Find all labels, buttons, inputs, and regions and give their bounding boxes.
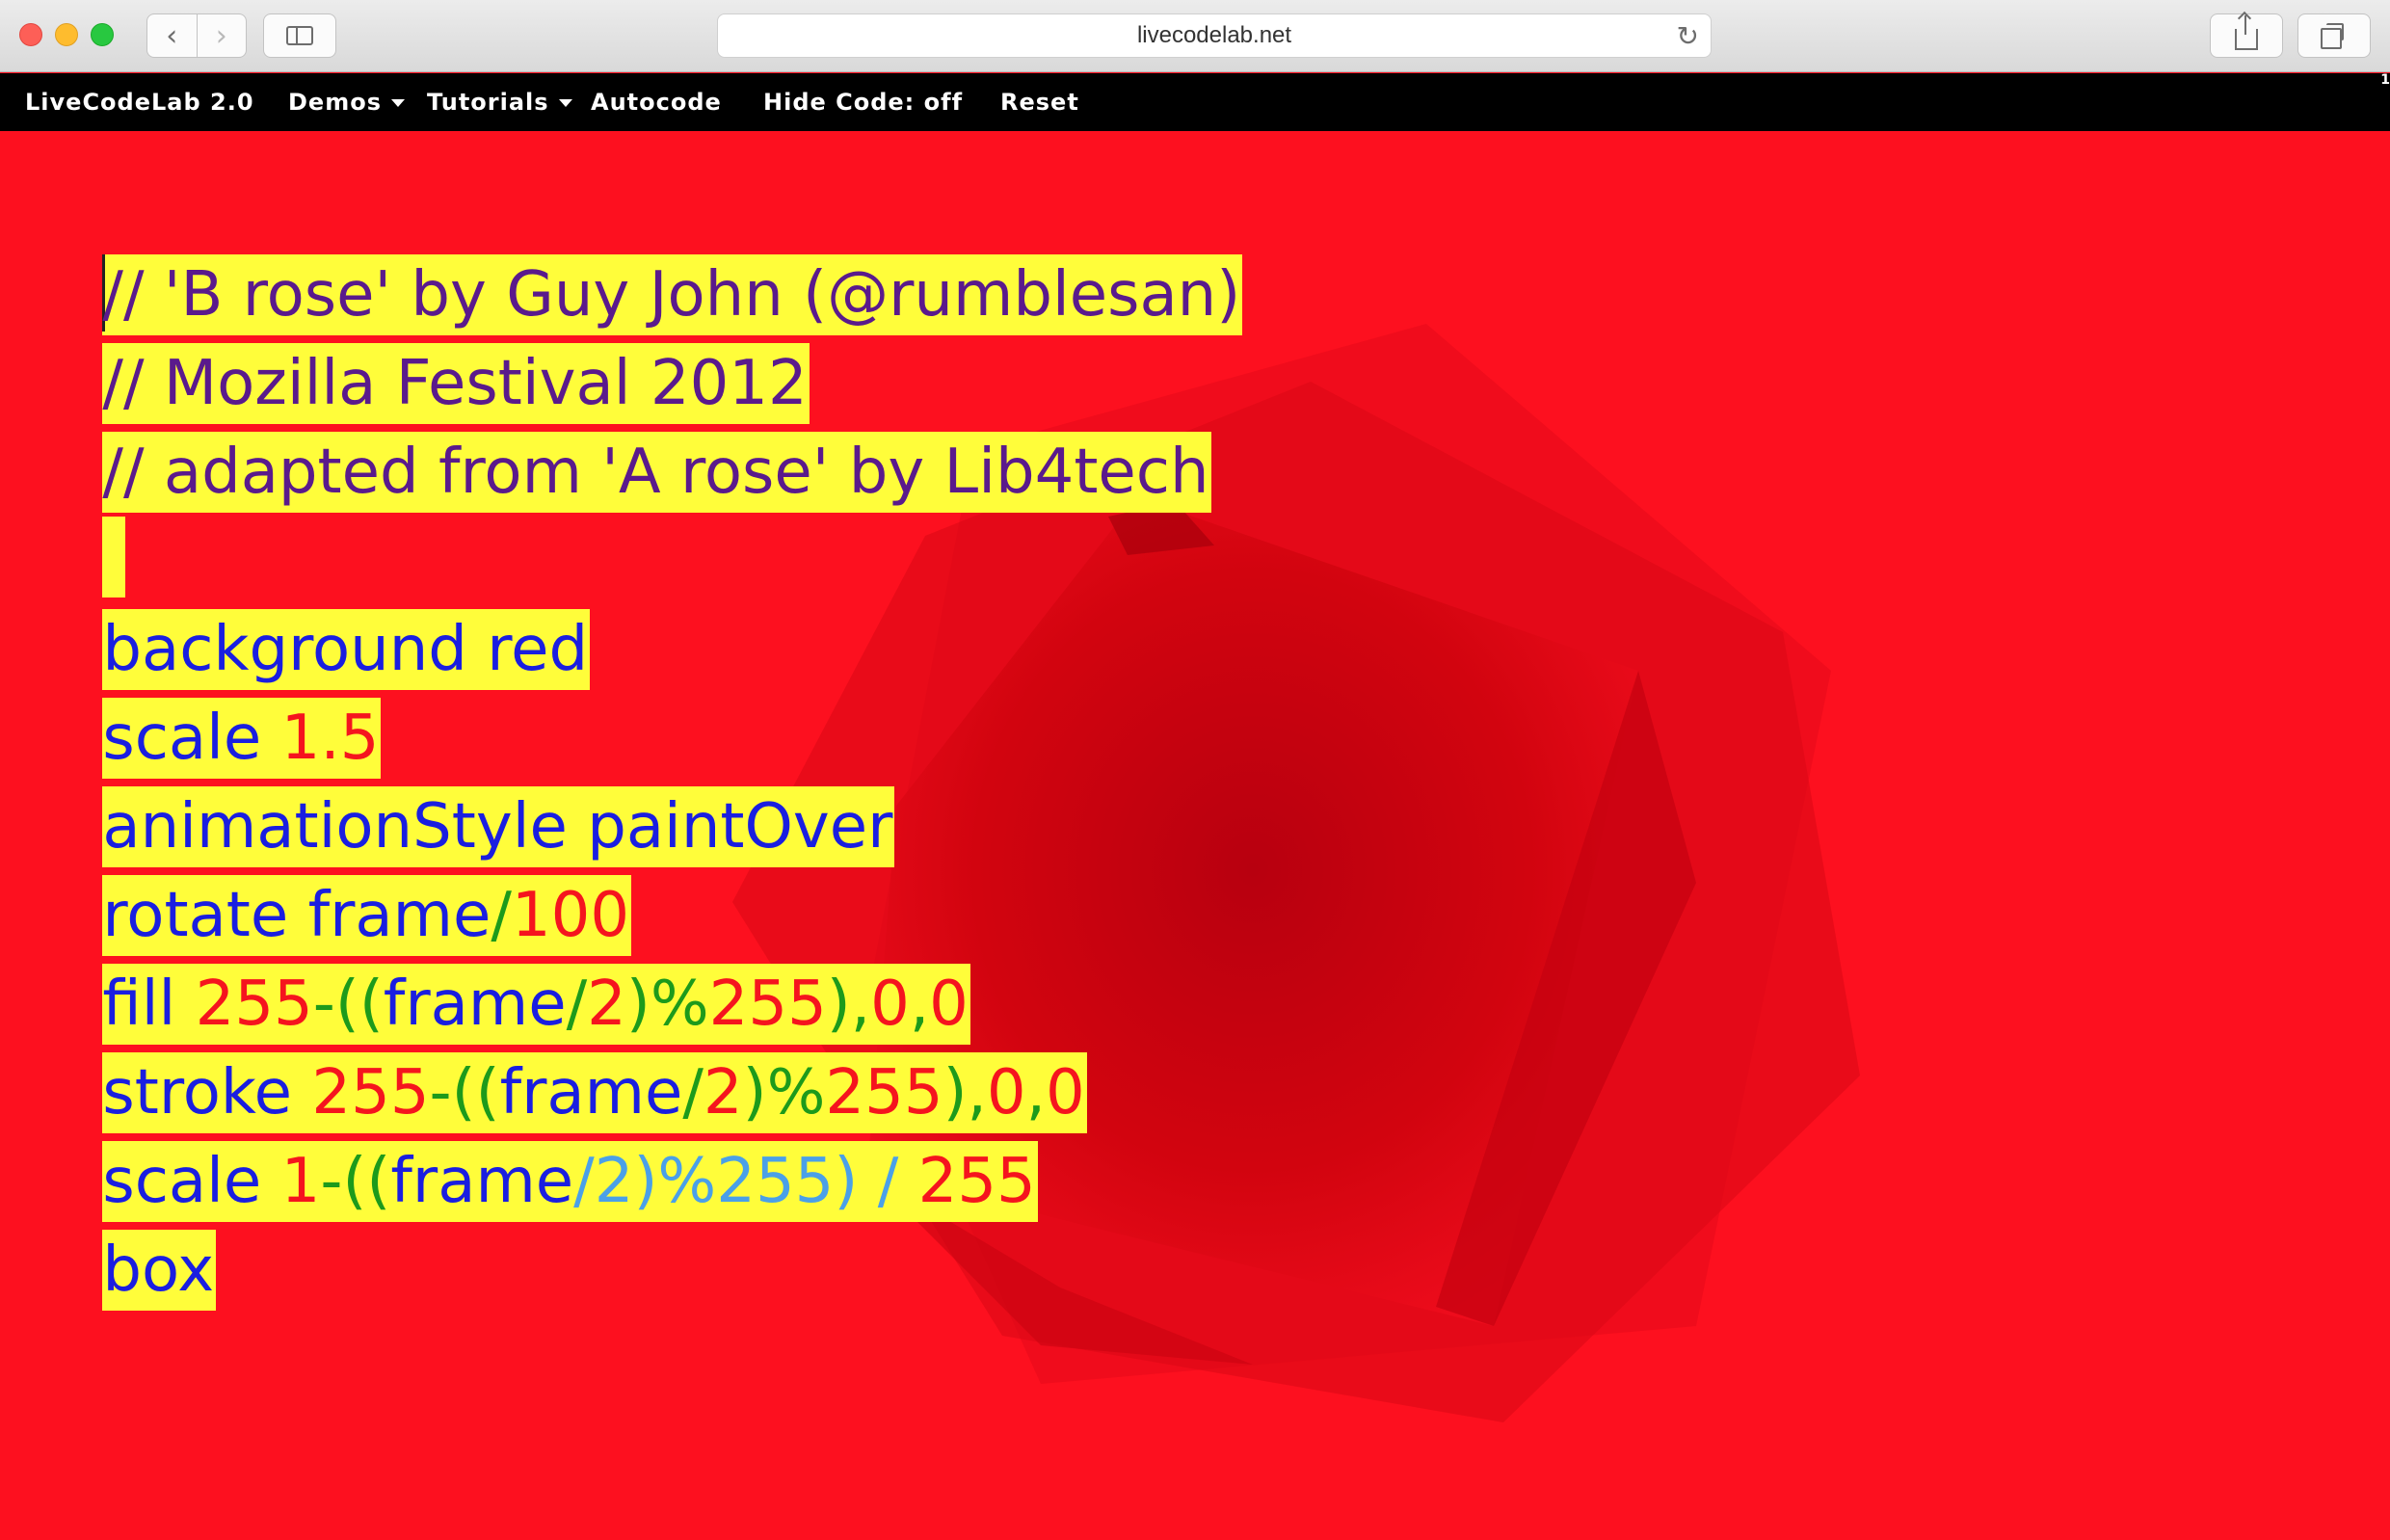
code-number: 255 [195, 969, 313, 1040]
maximize-window-button[interactable] [91, 23, 114, 46]
code-line: // 'B rose' by Guy John (@rumblesan) [24, 162, 1243, 335]
history-nav: ‹ › [146, 13, 247, 58]
code-operator: , [909, 969, 930, 1040]
sidebar-toggle-button[interactable] [263, 13, 336, 58]
code-number: 1 [280, 1146, 321, 1217]
code-keyword: box [102, 1235, 215, 1306]
menu-hide-code[interactable]: Hide Code: off [763, 73, 963, 131]
close-window-button[interactable] [19, 23, 42, 46]
code-line: background red [24, 517, 1242, 690]
scroll-marker: 1 [2380, 72, 2390, 88]
back-icon[interactable]: ‹ [147, 14, 197, 57]
code-number: 255 [917, 1146, 1036, 1217]
menu-demos-label: Demos [288, 89, 382, 116]
code-keyword: stroke [102, 1057, 312, 1128]
code-number: 0 [1045, 1057, 1085, 1128]
menu-autocode[interactable]: Autocode [591, 73, 722, 131]
minimize-window-button[interactable] [55, 23, 78, 46]
reload-icon[interactable]: ↻ [1677, 20, 1699, 52]
code-number: 0 [870, 969, 910, 1040]
code-number: 2 [703, 1057, 743, 1128]
code-operator: -(( [429, 1057, 500, 1128]
share-icon [2235, 15, 2258, 50]
code-keyword: scale [102, 703, 281, 774]
empty-line-highlight [102, 517, 126, 597]
chevron-down-icon [558, 99, 572, 107]
menu-demos[interactable]: Demos [288, 73, 405, 131]
code-operator: )% [625, 969, 709, 1040]
code-keyword: frame [499, 1057, 683, 1128]
code-comment: // 'B rose' by Guy John (@rumblesan) [102, 259, 1241, 331]
code-keyword: scale [102, 1146, 281, 1217]
menu-tutorials-label: Tutorials [427, 89, 549, 116]
code-operator: / [566, 969, 588, 1040]
chevron-down-icon [390, 99, 405, 107]
menu-reset[interactable]: Reset [1000, 73, 1079, 131]
code-keyword: frame [383, 969, 567, 1040]
code-operator: , [1025, 1057, 1046, 1128]
code-operator: )% [742, 1057, 826, 1128]
code-number: 255 [708, 969, 827, 1040]
url-text: livecodelab.net [1136, 22, 1292, 48]
code-keyword: animationStyle paintOver [102, 791, 893, 863]
menu-tutorials[interactable]: Tutorials [427, 73, 572, 131]
code-keyword: rotate frame [102, 880, 491, 951]
code-number: 0 [986, 1057, 1026, 1128]
code-operator: ), [943, 1057, 987, 1128]
tabs-icon [2321, 23, 2344, 49]
app-menubar: LiveCodeLab 2.0 Demos Tutorials Autocode… [0, 73, 2390, 131]
browser-toolbar: ‹ › livecodelab.net ↻ [0, 0, 2390, 72]
code-comment: // adapted from 'A rose' by Lib4tech [102, 437, 1209, 508]
code-operator: / [682, 1057, 704, 1128]
share-button[interactable] [2210, 13, 2283, 58]
code-operator: / [491, 880, 512, 951]
sidebar-icon [286, 26, 313, 45]
forward-icon[interactable]: › [196, 14, 247, 57]
tab-overview-button[interactable] [2297, 13, 2371, 58]
code-number: 1.5 [280, 703, 380, 774]
code-number: 255 [825, 1057, 943, 1128]
code-number: 100 [511, 880, 630, 951]
code-dimmed: /2)%255) / [573, 1146, 918, 1217]
code-comment: // Mozilla Festival 2012 [102, 348, 808, 419]
address-bar[interactable]: livecodelab.net ↻ [717, 13, 1712, 58]
code-operator: -(( [312, 969, 384, 1040]
code-keyword: fill [102, 969, 196, 1040]
brand-logo[interactable]: LiveCodeLab 2.0 [25, 73, 254, 131]
code-operator: -(( [320, 1146, 391, 1217]
code-editor[interactable]: // 'B rose' by Guy John (@rumblesan) // … [24, 162, 1243, 1311]
code-keyword: frame [390, 1146, 574, 1217]
code-keyword: background red [102, 614, 589, 685]
code-number: 2 [587, 969, 626, 1040]
code-operator: ), [826, 969, 871, 1040]
code-number: 255 [311, 1057, 430, 1128]
code-number: 0 [929, 969, 969, 1040]
